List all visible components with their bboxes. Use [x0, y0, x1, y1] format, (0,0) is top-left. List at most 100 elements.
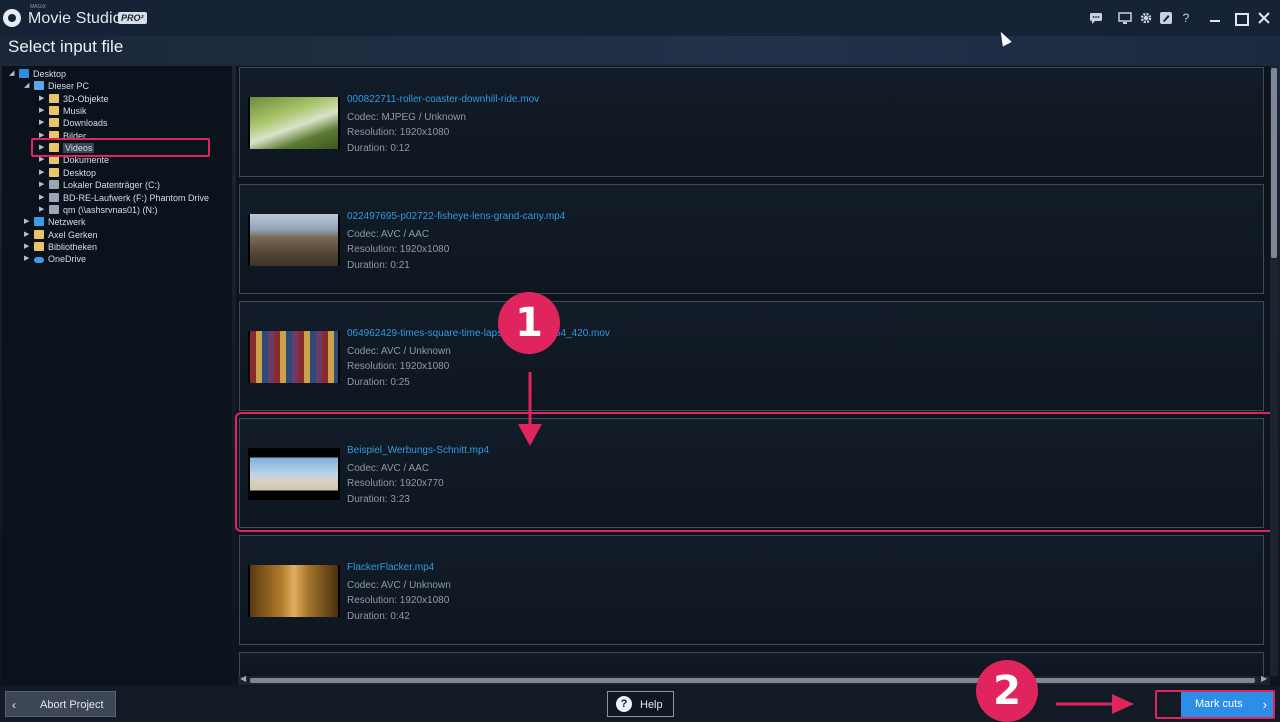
tree-item-label: Netzwerk: [48, 217, 86, 228]
tree-item[interactable]: ▶ Desktop: [39, 167, 96, 179]
monitor-icon: [19, 69, 29, 78]
tree-item[interactable]: ▶ Downloads: [39, 117, 108, 129]
app-window: MAGIX Movie Studio PRO² ? Select input f…: [0, 0, 1280, 722]
app-logo-icon: [3, 9, 21, 27]
thumbnail-image: [250, 214, 338, 266]
tree-expand-icon[interactable]: ▶: [39, 117, 44, 129]
abort-project-button[interactable]: ‹ Abort Project: [5, 691, 116, 717]
tree-expand-icon[interactable]: ▶: [39, 192, 44, 204]
horizontal-scrollbar-thumb[interactable]: [250, 678, 1255, 683]
app-title: Movie Studio: [28, 10, 122, 27]
file-name-link[interactable]: 022497695-p02722-fisheye-lens-grand-cany…: [347, 211, 565, 222]
tree-item-label: Downloads: [63, 118, 108, 129]
tree-expand-icon[interactable]: ▶: [24, 253, 29, 265]
tree-item[interactable]: ▶ OneDrive: [24, 253, 87, 265]
folder-icon: [49, 118, 59, 128]
tree-item[interactable]: ◢ Desktop: [9, 68, 67, 80]
monitor-icon[interactable]: [1118, 11, 1132, 25]
file-duration: Duration: 0:25: [347, 377, 410, 388]
tree-item[interactable]: ▶ Musik: [39, 105, 87, 117]
tree-item-label: Axel Gerken: [48, 229, 98, 240]
selected-file-highlight-frame: [235, 412, 1275, 532]
file-card[interactable]: 022497695-p02722-fisheye-lens-grand-cany…: [239, 184, 1264, 294]
minimize-button[interactable]: [1203, 8, 1227, 28]
file-duration: Duration: 0:42: [347, 611, 410, 622]
gear-icon[interactable]: [1139, 11, 1153, 25]
step-2-badge: 2: [976, 660, 1038, 722]
horizontal-scrollbar[interactable]: ◀ ▶: [238, 674, 1270, 685]
pc-icon: [34, 81, 44, 91]
file-resolution: Resolution: 1920x1080: [347, 595, 450, 606]
video-thumbnail: [248, 97, 340, 149]
file-card[interactable]: [239, 652, 1264, 676]
pro-badge: PRO²: [118, 12, 147, 24]
question-icon: ?: [616, 696, 632, 712]
header-band: [0, 36, 1280, 64]
file-name-link[interactable]: FlackerFlacker.mp4: [347, 562, 434, 573]
chevron-left-icon: ‹: [12, 698, 16, 712]
video-thumbnail: [248, 565, 340, 617]
file-card[interactable]: 064962429-times-square-time-lapse-1080p-…: [239, 301, 1264, 411]
tree-item-label: 3D-Objekte: [63, 93, 109, 104]
file-name-link[interactable]: 064962429-times-square-time-lapse-1080p-…: [347, 328, 610, 339]
file-codec: Codec: MJPEG / Unknown: [347, 112, 466, 123]
folder-icon: [34, 229, 44, 239]
tree-item[interactable]: ▶ Netzwerk: [24, 216, 86, 228]
vertical-scrollbar[interactable]: [1270, 66, 1278, 676]
tree-expand-icon[interactable]: ▶: [24, 229, 29, 241]
file-codec: Codec: AVC / Unknown: [347, 346, 451, 357]
file-resolution: Resolution: 1920x1080: [347, 127, 450, 138]
tree-expand-icon[interactable]: ◢: [24, 80, 29, 92]
tree-item[interactable]: ▶ qm (\\ashsrvnas01) (N:): [39, 204, 158, 216]
tree-item[interactable]: ▶ 3D-Objekte: [39, 93, 109, 105]
tree-item[interactable]: ▶ Lokaler Datenträger (C:): [39, 179, 161, 191]
folder-icon: [49, 167, 59, 177]
file-card[interactable]: 000822711-roller-coaster-downhill-ride.m…: [239, 67, 1264, 177]
drive-icon: [49, 204, 59, 214]
edit-icon[interactable]: [1159, 11, 1173, 25]
drive-icon: [49, 180, 59, 190]
file-codec: Codec: AVC / Unknown: [347, 580, 451, 591]
tree-item[interactable]: ▶ Axel Gerken: [24, 229, 98, 241]
file-duration: Duration: 0:12: [347, 143, 410, 154]
tree-expand-icon[interactable]: ▶: [39, 105, 44, 117]
tree-expand-icon[interactable]: ▶: [39, 179, 44, 191]
maximize-button[interactable]: [1228, 8, 1252, 28]
file-codec: Codec: AVC / AAC: [347, 229, 430, 240]
chat-icon[interactable]: [1089, 11, 1103, 25]
help-icon[interactable]: ?: [1179, 11, 1193, 25]
tree-item-label: OneDrive: [48, 254, 87, 265]
abort-project-label: Abort Project: [40, 699, 104, 711]
file-card[interactable]: FlackerFlacker.mp4 Codec: AVC / Unknown Re…: [239, 535, 1264, 645]
video-thumbnail: [248, 331, 340, 383]
video-thumbnail: [248, 214, 340, 266]
folder-icon: [49, 106, 59, 116]
scroll-right-icon[interactable]: ▶: [1261, 674, 1267, 683]
tree-expand-icon[interactable]: ▶: [39, 204, 44, 216]
help-label: Help: [640, 699, 663, 711]
tree-expand-icon[interactable]: ▶: [39, 167, 44, 179]
scroll-left-icon[interactable]: ◀: [240, 674, 246, 683]
tree-item-label: qm (\\ashsrvnas01) (N:): [63, 204, 158, 215]
tree-item[interactable]: ▶ BD-RE-Laufwerk (F:) Phantom Drive: [39, 192, 209, 204]
file-duration: Duration: 0:21: [347, 260, 410, 271]
drive-icon: [49, 192, 59, 202]
tree-expand-icon[interactable]: ◢: [9, 68, 14, 80]
step-1-badge: 1: [498, 292, 560, 354]
tree-item-label: Desktop: [33, 69, 67, 79]
tree-expand-icon[interactable]: ▶: [24, 216, 29, 228]
tree-expand-icon[interactable]: ▶: [24, 241, 29, 253]
tree-item[interactable]: ◢ Dieser PC: [24, 80, 89, 92]
tree-item-label: Musik: [63, 106, 87, 117]
tree-expand-icon[interactable]: ▶: [39, 93, 44, 105]
close-button[interactable]: [1252, 8, 1276, 28]
file-name-link[interactable]: 000822711-roller-coaster-downhill-ride.m…: [347, 94, 539, 105]
tree-item[interactable]: ▶ Bibliotheken: [24, 241, 97, 253]
thumbnail-image: [250, 97, 338, 149]
vertical-scrollbar-thumb[interactable]: [1271, 68, 1277, 258]
network-icon: [34, 217, 44, 227]
mark-cuts-highlight-frame: [1155, 690, 1275, 719]
tree-item-label: Lokaler Datenträger (C:): [63, 180, 161, 191]
folder-icon: [49, 93, 59, 103]
help-button[interactable]: ? Help: [607, 691, 674, 717]
